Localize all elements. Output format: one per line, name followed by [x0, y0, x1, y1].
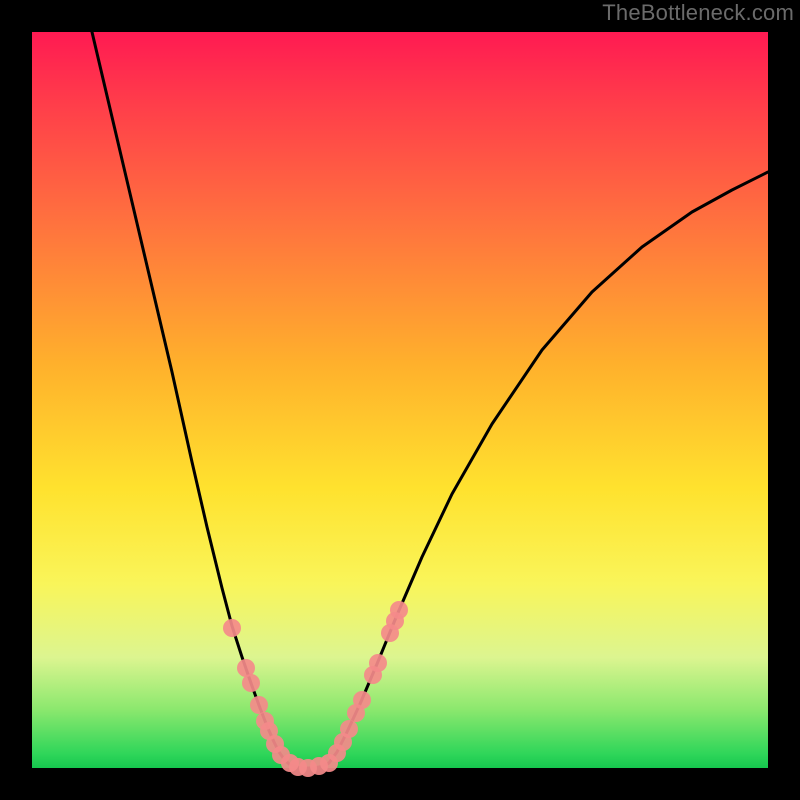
watermark-text: TheBottleneck.com [602, 0, 794, 26]
data-dot [340, 720, 358, 738]
data-dot [369, 654, 387, 672]
chart-frame: TheBottleneck.com [0, 0, 800, 800]
plot-area [32, 32, 768, 768]
bottleneck-curve [32, 32, 768, 768]
data-dot [242, 674, 260, 692]
data-dot [353, 691, 371, 709]
curve-path [92, 32, 768, 768]
data-dot [390, 601, 408, 619]
data-dot [223, 619, 241, 637]
